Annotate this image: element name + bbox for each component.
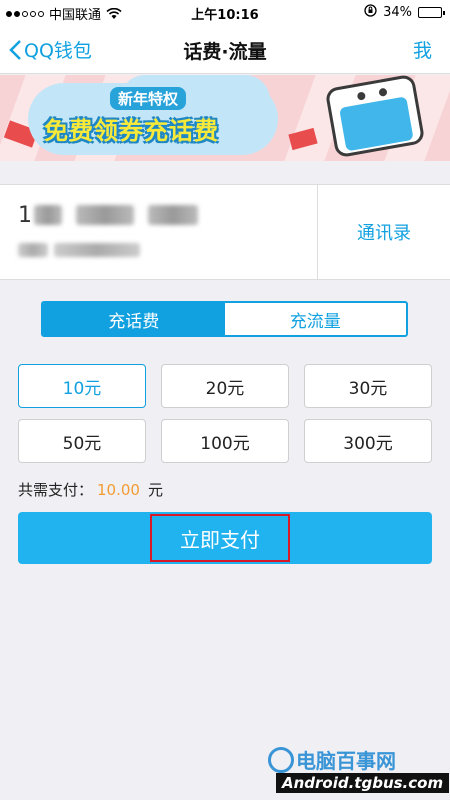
battery-icon [418, 7, 445, 18]
pay-now-highlight: 立即支付 [150, 514, 290, 562]
mascot-eye [356, 91, 366, 101]
phone-owner-info [18, 243, 146, 257]
mascot-eye [378, 87, 388, 97]
phone-number-section: 1 通讯录 [0, 184, 450, 280]
total-value: 10.00 [97, 481, 140, 499]
nav-bar: QQ钱包 话费·流量 我 [0, 26, 450, 74]
promo-banner[interactable]: 新年特权 免费领券充话费 [0, 75, 450, 161]
phone-number-input[interactable]: 1 [18, 201, 298, 229]
status-bar: 中国联通 上午10:16 34% [0, 0, 450, 26]
recharge-type-tabs: 充话费 充流量 [41, 301, 408, 337]
mascot-screen [339, 96, 414, 152]
watermark-url: Android.tgbus.com [276, 773, 450, 793]
pay-now-button[interactable]: 立即支付 [18, 512, 432, 564]
phone-number-prefix: 1 [18, 202, 32, 228]
tab-data-plan[interactable]: 充流量 [225, 303, 407, 335]
amount-option-50[interactable]: 50元 [18, 419, 146, 463]
redacted-digits [34, 205, 62, 225]
amount-option-20[interactable]: 20元 [161, 364, 289, 408]
contacts-button[interactable]: 通讯录 [318, 185, 450, 279]
banner-subtitle: 新年特权 [110, 87, 187, 110]
amount-option-30[interactable]: 30元 [304, 364, 432, 408]
amount-option-10[interactable]: 10元 [18, 364, 146, 408]
watermark-logo-icon [268, 747, 294, 773]
me-button[interactable]: 我 [413, 36, 432, 63]
redacted-text [18, 243, 48, 257]
redacted-digits [148, 205, 198, 225]
watermark-site-name: 电脑百事网 [296, 749, 396, 773]
total-label: 共需支付： [18, 481, 94, 499]
amount-option-300[interactable]: 300元 [304, 419, 432, 463]
watermark: 电脑百事网 Android.tgbus.com [268, 745, 450, 797]
redacted-digits [76, 205, 134, 225]
orientation-lock-icon [364, 4, 377, 21]
status-right: 34% [364, 4, 445, 21]
total-payment: 共需支付： 10.00 元 [18, 479, 163, 500]
total-unit: 元 [147, 481, 163, 499]
redacted-text [54, 243, 140, 257]
chevron-left-icon [9, 39, 21, 60]
amount-option-100[interactable]: 100元 [161, 419, 289, 463]
battery-percent: 34% [383, 5, 412, 20]
banner-headline: 免费领券充话费 [44, 117, 219, 145]
pay-now-label: 立即支付 [180, 527, 260, 552]
back-button[interactable]: QQ钱包 [8, 36, 92, 63]
tab-phone-credit[interactable]: 充话费 [43, 303, 225, 335]
back-label: QQ钱包 [24, 40, 92, 62]
